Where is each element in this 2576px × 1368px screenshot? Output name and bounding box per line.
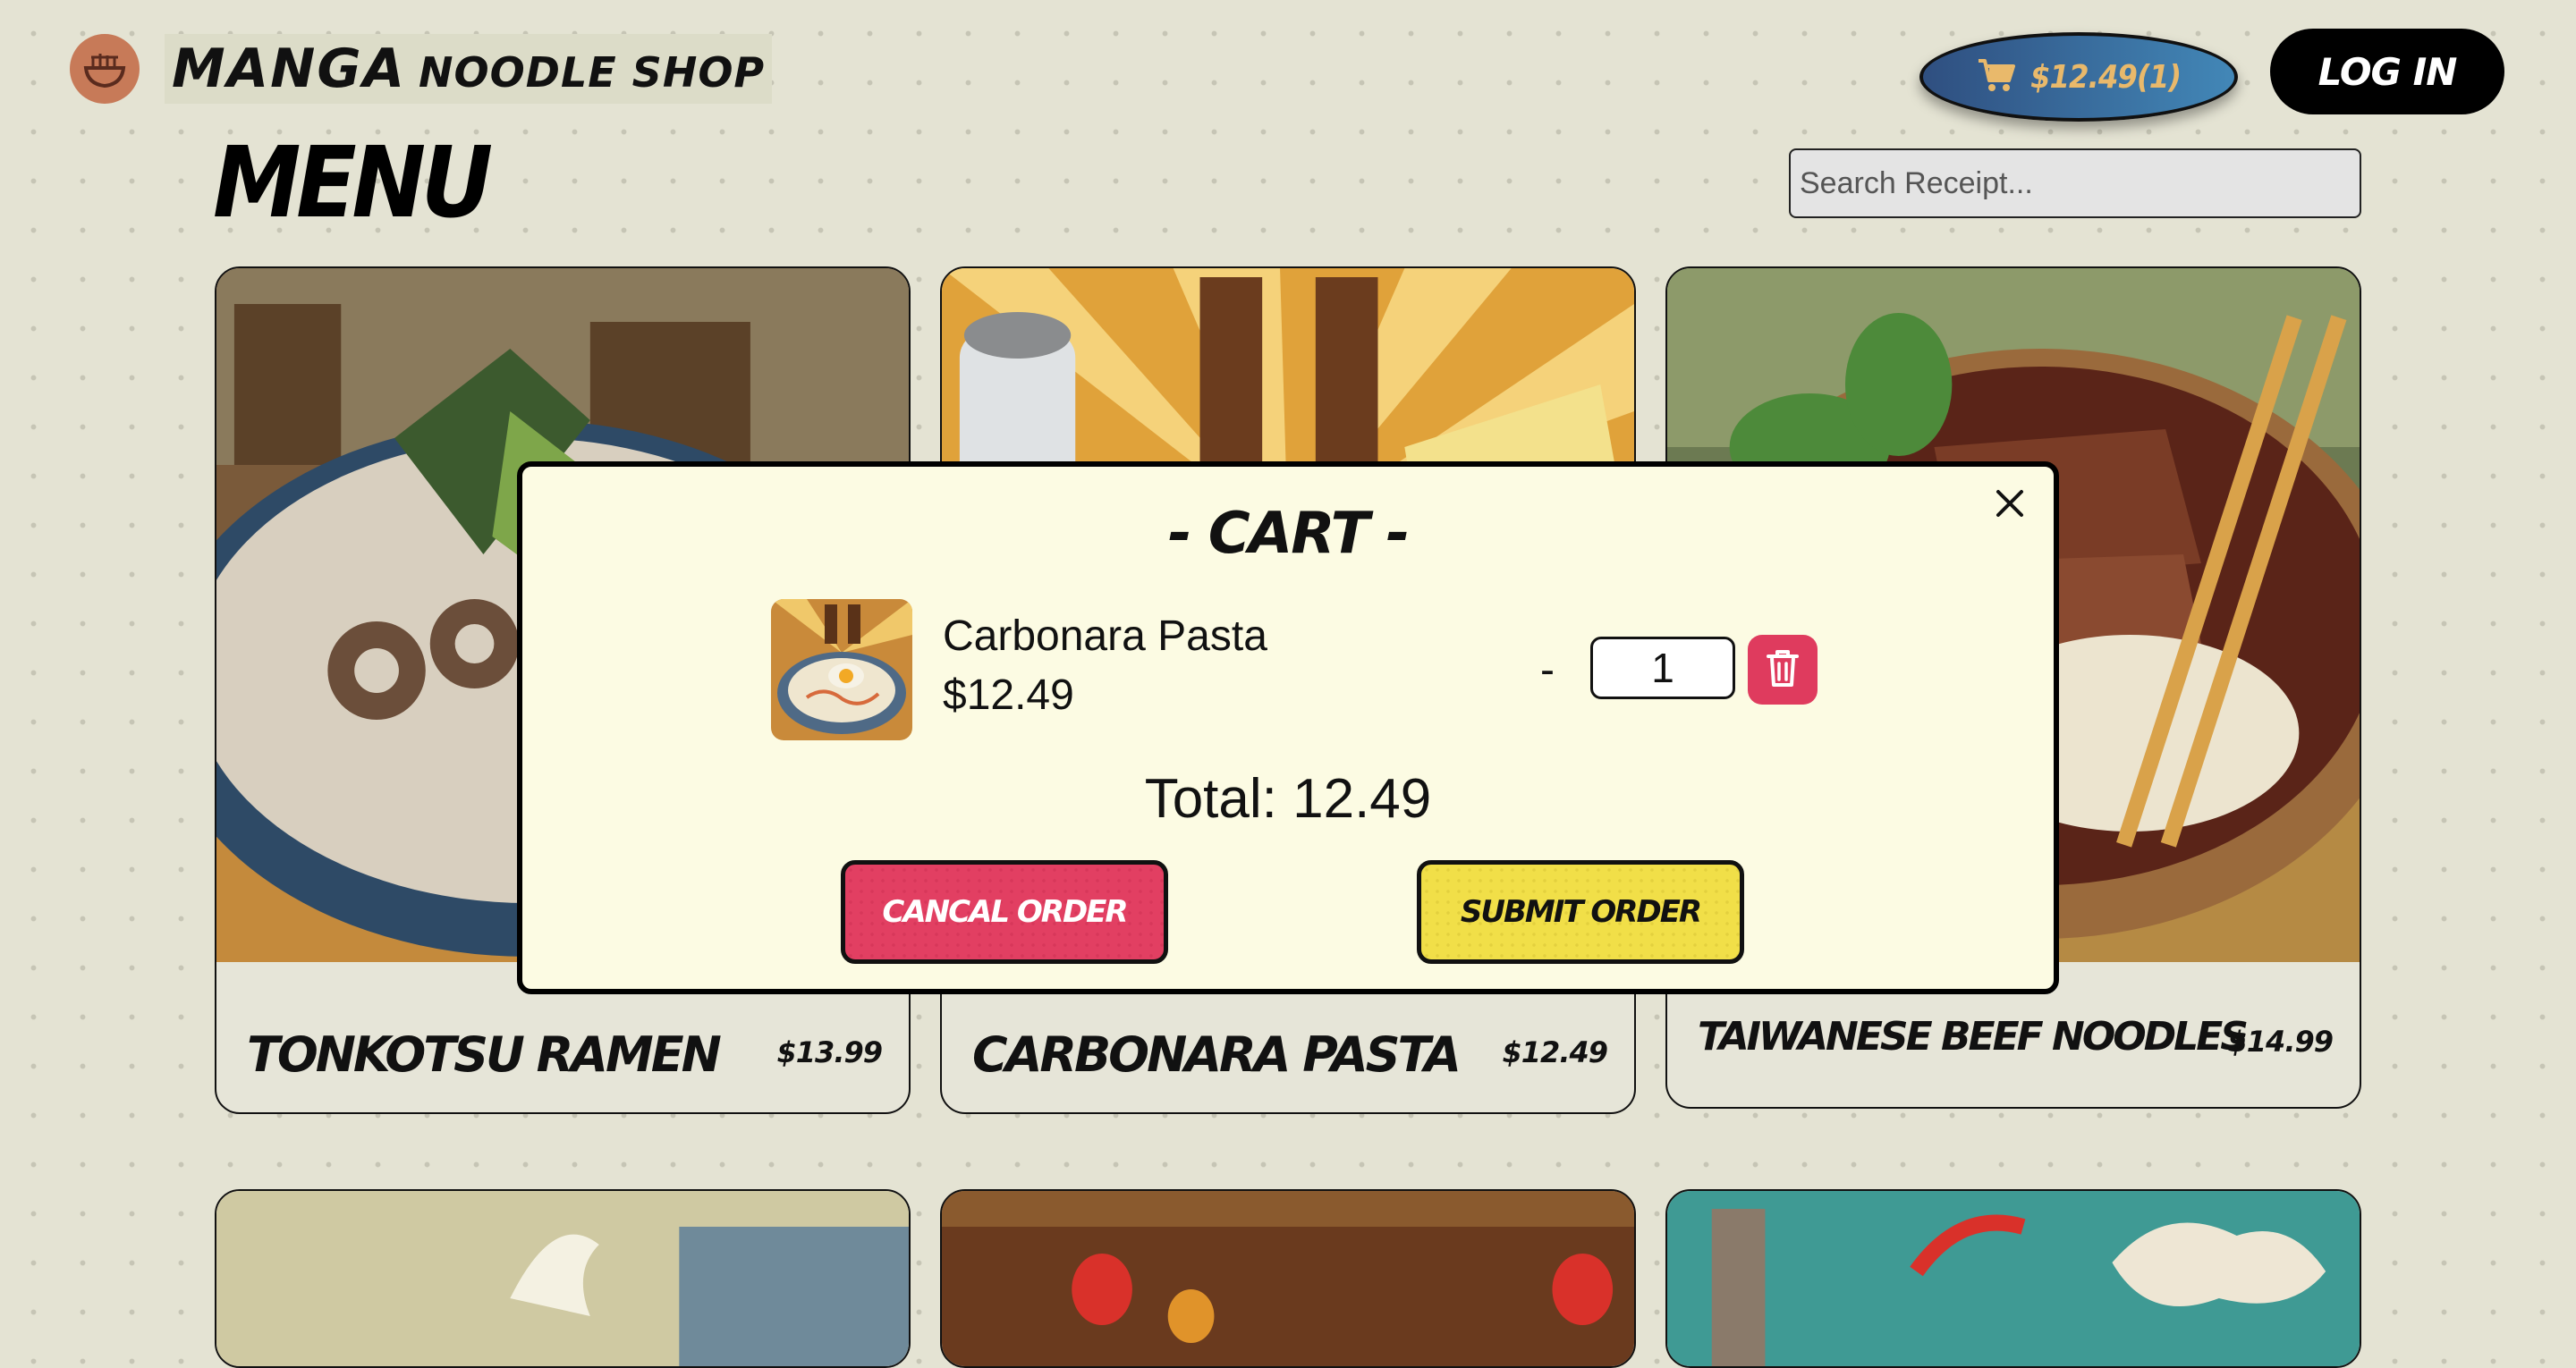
menu-card-row2-3[interactable] [1665, 1189, 2361, 1368]
search-input[interactable] [1789, 148, 2361, 218]
cart-heading: - CART - [1167, 501, 1410, 567]
menu-item-name: CARBONARA PASTA [972, 1026, 1462, 1083]
menu-item-name: TONKOTSU RAMEN [247, 1026, 722, 1083]
menu-item-price: $13.99 [776, 1035, 883, 1069]
noodle-bowl-icon [70, 34, 140, 104]
menu-item-image [1667, 1191, 2360, 1366]
cart-item-name: Carbonara Pasta [943, 612, 1267, 660]
cart-icon [1977, 57, 2016, 97]
menu-item-name: TAIWANESE BEEF NOODLES [1698, 1014, 2249, 1060]
cart-total-text: Total: 12.49 [1144, 768, 1432, 830]
remove-item-button[interactable] [1748, 635, 1818, 705]
login-button[interactable]: LOG IN [2270, 29, 2504, 114]
decrement-button[interactable]: - [1540, 646, 1555, 695]
menu-card-row2-2[interactable] [940, 1189, 1636, 1368]
page-title: MENU [213, 125, 493, 240]
menu-item-image [216, 1191, 909, 1366]
cart-total: $12.49(1) [2029, 58, 2182, 96]
cart-button[interactable]: $12.49(1) [1919, 32, 2238, 122]
submit-order-button[interactable]: SUBMIT ORDER [1417, 860, 1744, 964]
quantity-input[interactable] [1590, 637, 1735, 699]
menu-item-image [942, 1191, 1634, 1366]
cancel-order-button[interactable]: CANCAL ORDER [841, 860, 1168, 964]
menu-item-price: $14.99 [2227, 1025, 2334, 1059]
brand[interactable]: MANGA NOODLE SHOP [70, 34, 773, 104]
cart-modal: - CART - Carbonara Pasta $12.49 - T [517, 461, 2059, 994]
menu-card-row2-1[interactable] [215, 1189, 911, 1368]
brand-text: MANGA NOODLE SHOP [165, 34, 773, 104]
brand-primary: MANGA [172, 38, 407, 100]
brand-secondary: NOODLE SHOP [419, 48, 766, 97]
menu-item-price: $12.49 [1502, 1035, 1608, 1069]
cart-item-price: $12.49 [943, 671, 1074, 719]
trash-icon [1765, 647, 1801, 693]
cart-item-thumbnail [771, 599, 912, 740]
